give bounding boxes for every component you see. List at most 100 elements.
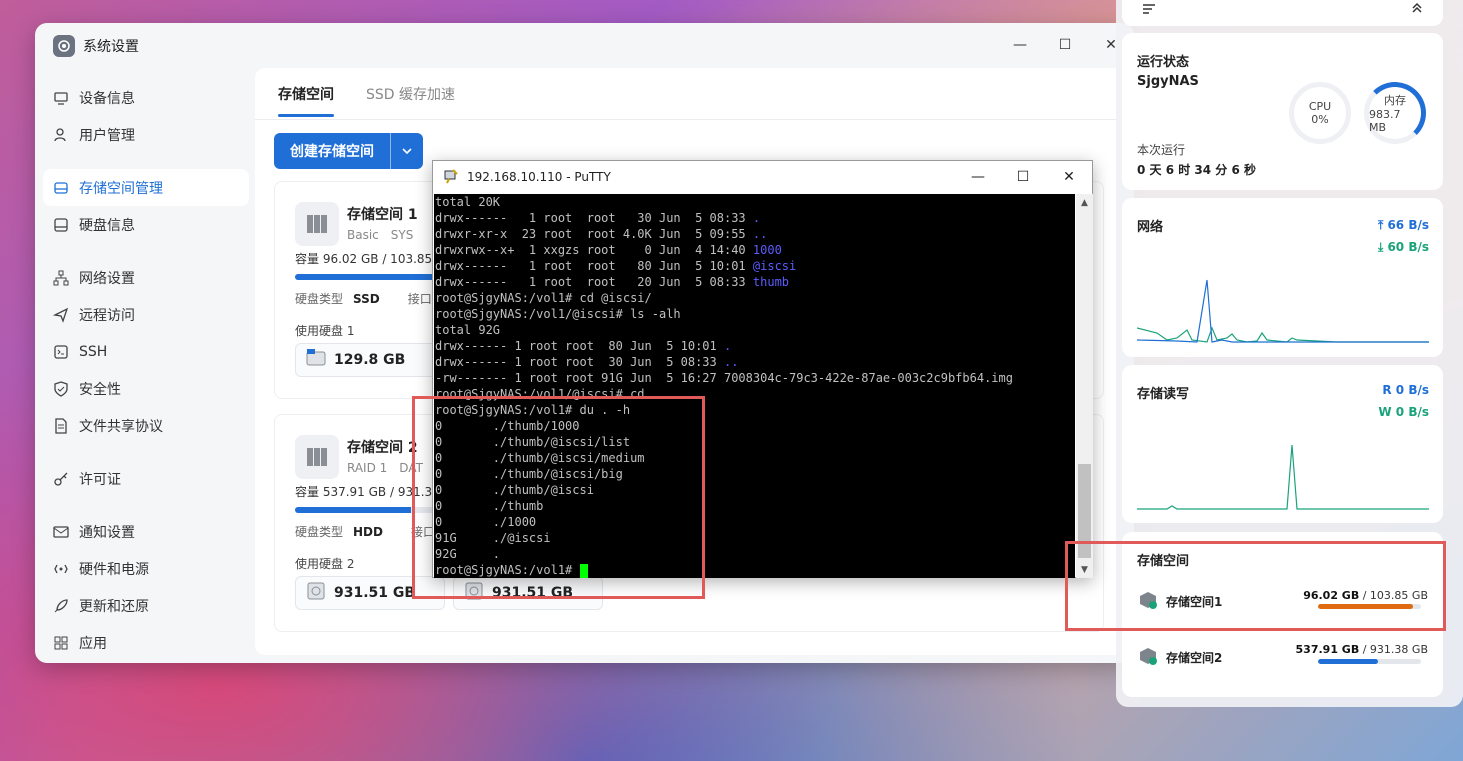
sidebar-item-3[interactable]: 硬盘信息 (43, 206, 249, 243)
network-title: 网络 (1137, 220, 1164, 235)
cpu-label: CPU (1308, 100, 1332, 113)
putty-maximize-button[interactable]: ☐ (1013, 167, 1033, 187)
terminal-line: total 20K (435, 194, 1075, 210)
uptime-value: 0 天 6 时 34 分 6 秒 (1137, 163, 1256, 177)
terminal-text: drwxr-xr-x 23 root root 4.0K Jun 5 09:55 (435, 227, 753, 241)
tab-storage[interactable]: 存储空间 (278, 84, 334, 119)
disk-icon (53, 217, 69, 233)
putty-icon (443, 168, 459, 187)
mail-icon (53, 524, 69, 540)
pool-capacity: 容量 96.02 GB / 103.85 G (295, 252, 446, 266)
apps-icon (53, 635, 69, 651)
memory-label: 内存 (1384, 94, 1406, 107)
putty-close-button[interactable]: ✕ (1059, 167, 1079, 187)
network-icon (53, 270, 69, 286)
rocket-icon (53, 598, 69, 614)
upload-speed-value: 66 B/s (1387, 218, 1429, 232)
storage-pool-bar (1318, 659, 1421, 664)
putty-titlebar[interactable]: 192.168.10.110 - PuTTY (433, 161, 1092, 193)
terminal-text: drwx------ 1 root root 30 Jun 5 08:33 (435, 211, 753, 225)
storage-pool-row-2[interactable]: 存储空间2 (1138, 646, 1222, 669)
ssh-icon (53, 344, 69, 360)
window-title: 系统设置 (83, 39, 139, 55)
terminal-dir-name: . (723, 339, 732, 353)
sidebar-item-5[interactable]: 远程访问 (43, 296, 249, 333)
terminal-text: drwx------ 1 root root 30 Jun 5 08:33 (435, 355, 724, 369)
terminal-line: total 92G (435, 322, 1075, 338)
sidebar-item-label: 用户管理 (79, 127, 135, 144)
sidebar-item-8[interactable]: 文件共享协议 (43, 407, 249, 444)
hdd-icon (306, 581, 326, 605)
putty-minimize-button[interactable]: — (968, 167, 988, 187)
pool-disk-type: 硬盘类型 SSD 接口协 (295, 290, 444, 307)
sidebar-item-label: 文件共享协议 (79, 418, 163, 435)
sidebar-item-4[interactable]: 网络设置 (43, 259, 249, 296)
terminal-line: drwx------ 1 root root 30 Jun 5 08:33 .. (435, 354, 1075, 370)
terminal-dir-name: @iscsi (752, 259, 797, 273)
disk-size: 931.51 GB (334, 585, 416, 601)
network-card: 网络 ⤒ 66 B/s ⤓ 60 B/s (1122, 198, 1443, 357)
terminal-line: root@SjgyNAS:/vol1# cd @iscsi/ (435, 290, 1075, 306)
tab-ssd-cache[interactable]: SSD 缓存加速 (366, 84, 455, 119)
window-titlebar: 系统设置 (53, 35, 139, 57)
server-icon (295, 202, 339, 246)
storage-pool-used: 537.91 GB (1295, 643, 1360, 656)
scroll-up-arrow[interactable]: ▲ (1076, 194, 1093, 211)
sidebar: 设备信息用户管理存储空间管理 硬盘信息网络设置 远程访问 SSH 安全性文件共享协议 许可… (43, 79, 249, 661)
sidebar-item-label: 应用 (79, 635, 107, 652)
terminal-dir-name: 1000 (752, 243, 782, 257)
sidebar-item-1[interactable]: 用户管理 (43, 116, 249, 153)
sidebar-item-11[interactable]: 硬件和电源 (43, 550, 249, 587)
pool-raid-tag: RAID 1 (347, 461, 388, 475)
sidebar-item-6[interactable]: SSH (43, 333, 249, 370)
sidebar-item-13[interactable]: 应用 (43, 624, 249, 661)
shield-icon (53, 380, 69, 397)
terminal-dir-name: thumb (752, 275, 790, 289)
sidebar-item-10[interactable]: 通知设置 (43, 513, 249, 550)
power-icon (53, 561, 69, 577)
sidebar-item-label: 存储空间管理 (79, 180, 163, 197)
create-storage-label[interactable]: 创建存储空间 (274, 133, 391, 169)
filter-icon[interactable] (1142, 3, 1156, 19)
settings-app-icon (53, 35, 75, 57)
minimize-button[interactable]: — (1010, 35, 1030, 55)
pool-name: 存储空间 2 (347, 440, 418, 456)
terminal-line: drwx------ 1 root root 80 Jun 5 10:01 . (435, 338, 1075, 354)
terminal-line: drwxr-xr-x 23 root root 4.0K Jun 5 09:55… (435, 226, 1075, 242)
sidebar-item-2[interactable]: 存储空间管理 (43, 169, 249, 206)
pool-raid-tag: Basic (347, 228, 379, 242)
highlight-box-terminal (412, 396, 705, 599)
storage-pool-total: / 931.38 GB (1362, 643, 1428, 656)
terminal-dir-name: .. (723, 355, 739, 369)
memory-value: 983.7 MB (1369, 108, 1401, 134)
pool-name: 存储空间 1 (347, 207, 418, 223)
sidebar-item-7[interactable]: 安全性 (43, 370, 249, 407)
disk-type-value: HDD (353, 525, 383, 539)
sidebar-item-9[interactable]: 许可证 (43, 460, 249, 497)
sidebar-item-label: 更新和还原 (79, 598, 149, 615)
network-graph (1137, 279, 1429, 343)
maximize-button[interactable]: ☐ (1055, 35, 1075, 55)
terminal-line: drwx------ 1 root root 80 Jun 5 10:01 @i… (435, 258, 1075, 274)
ssd-icon (306, 348, 326, 372)
create-storage-button[interactable]: 创建存储空间 (274, 133, 423, 169)
terminal-scrollbar[interactable]: ▲ ▼ (1076, 194, 1093, 578)
disk-chip[interactable]: 129.8 GB (295, 343, 445, 377)
cpu-value: 0% (1311, 113, 1329, 126)
sidebar-item-label: 硬件和电源 (79, 561, 149, 578)
collapse-icon[interactable] (1411, 2, 1423, 18)
storage-io-card: 存储读写 R 0 B/s W 0 B/s (1122, 365, 1443, 523)
used-disks-label: 使用硬盘 2 (295, 557, 355, 571)
storage-pool-name: 存储空间2 (1166, 651, 1223, 665)
download-speed-value: 60 B/s (1387, 240, 1429, 254)
terminal-text: root@SjgyNAS:/vol1/@iscsi# ls -alh (435, 307, 681, 321)
pool-role-tag: SYS (390, 228, 414, 242)
sidebar-item-0[interactable]: 设备信息 (43, 79, 249, 116)
sidebar-item-label: 许可证 (79, 471, 121, 488)
status-card: 运行状态 SjgyNAS CPU 0% 内存 983.7 MB 本次运行 0 天… (1122, 33, 1443, 190)
chevron-down-icon[interactable] (391, 133, 423, 169)
used-disks-label: 使用硬盘 1 (295, 324, 355, 338)
sidebar-item-12[interactable]: 更新和还原 (43, 587, 249, 624)
panel-toolbar (1122, 0, 1443, 26)
sidebar-item-label: 硬盘信息 (79, 217, 135, 234)
